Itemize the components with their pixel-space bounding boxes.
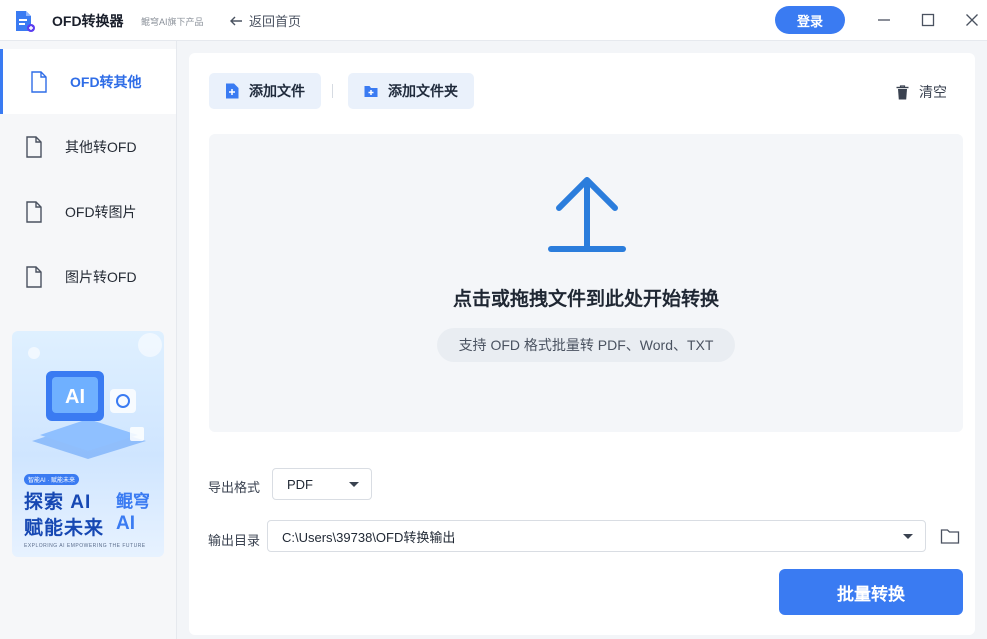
file-dropzone[interactable]: 点击或拖拽文件到此处开始转换 支持 OFD 格式批量转 PDF、Word、TXT — [209, 134, 963, 432]
banner-pill: 智能AI · 赋能未来 — [24, 474, 80, 485]
document-icon — [26, 200, 42, 223]
upload-arrow-icon — [548, 177, 626, 252]
output-dir-select[interactable]: C:\Users\39738\OFD转换输出 — [267, 520, 926, 552]
close-icon — [966, 14, 978, 26]
toolbar-divider — [332, 84, 333, 98]
maximize-icon — [921, 13, 935, 27]
caret-down-icon — [349, 482, 359, 487]
back-home-link[interactable]: 返回首页 — [229, 11, 301, 30]
sidebar-item-label: OFD转图片 — [65, 203, 137, 220]
file-plus-icon — [226, 83, 239, 99]
login-button[interactable]: 登录 — [775, 6, 845, 34]
document-icon — [31, 70, 47, 93]
ai-computer-illustration: AI — [28, 333, 162, 459]
sidebar: OFD转其他 其他转OFD OFD转图片 图片转OFD AI 智能AI · 赋能… — [0, 41, 177, 639]
sidebar-item-image-to-ofd[interactable]: 图片转OFD — [0, 244, 176, 309]
minimize-icon — [878, 19, 890, 21]
export-format-value: PDF — [287, 476, 313, 492]
add-file-button[interactable]: 添加文件 — [209, 73, 321, 109]
dropzone-title: 点击或拖拽文件到此处开始转换 — [452, 289, 719, 310]
sidebar-item-ofd-to-other[interactable]: OFD转其他 — [0, 49, 176, 114]
promo-banner[interactable]: AI 智能AI · 赋能未来 探索 AI 赋能未来 鲲穹 AI EXPLORIN… — [12, 331, 164, 557]
trash-icon — [896, 84, 909, 99]
sidebar-item-label: OFD转其他 — [70, 73, 142, 90]
export-format-select[interactable]: PDF — [272, 468, 372, 500]
main-panel: 添加文件 添加文件夹 清空 点击或拖拽文件到此处开始转换 支持 OFD 格式批量… — [189, 53, 975, 635]
sidebar-item-ofd-to-image[interactable]: OFD转图片 — [0, 179, 176, 244]
add-file-label: 添加文件 — [249, 83, 305, 99]
banner-brand-line2: AI — [116, 513, 135, 534]
app-title: OFD转换器 — [52, 13, 124, 29]
output-dir-value: C:\Users\39738\OFD转换输出 — [282, 529, 456, 545]
document-icon — [26, 265, 42, 288]
export-format-label: 导出格式 — [208, 480, 261, 495]
sidebar-item-other-to-ofd[interactable]: 其他转OFD — [0, 114, 176, 179]
close-button[interactable] — [962, 10, 982, 30]
maximize-button[interactable] — [918, 10, 938, 30]
banner-tagline: EXPLORING AI EMPOWERING THE FUTURE — [24, 543, 146, 549]
banner-slogan-line1: 探索 AI — [24, 492, 92, 513]
output-dir-label: 输出目录 — [208, 533, 261, 548]
minimize-button[interactable] — [874, 10, 894, 30]
back-home-label: 返回首页 — [249, 14, 302, 29]
app-logo-icon — [16, 11, 35, 32]
caret-down-icon — [903, 534, 913, 539]
banner-slogan-line2: 赋能未来 — [24, 518, 105, 539]
sidebar-item-label: 其他转OFD — [65, 138, 137, 155]
title-bar: OFD转换器 鲲穹AI旗下产品 返回首页 登录 — [0, 0, 987, 41]
dropzone-hint: 支持 OFD 格式批量转 PDF、Word、TXT — [437, 328, 735, 362]
clear-label: 清空 — [919, 84, 947, 100]
add-folder-button[interactable]: 添加文件夹 — [348, 73, 474, 109]
clear-button[interactable]: 清空 — [896, 82, 947, 102]
arrow-left-icon — [230, 16, 242, 25]
add-folder-label: 添加文件夹 — [388, 83, 458, 99]
folder-plus-icon — [364, 86, 378, 97]
app-subtitle: 鲲穹AI旗下产品 — [141, 17, 204, 27]
folder-icon[interactable] — [940, 527, 960, 545]
document-icon — [26, 135, 42, 158]
svg-text:AI: AI — [65, 386, 85, 408]
batch-convert-button[interactable]: 批量转换 — [779, 569, 963, 615]
banner-brand-line1: 鲲穹 — [116, 492, 150, 511]
sidebar-item-label: 图片转OFD — [65, 268, 137, 285]
